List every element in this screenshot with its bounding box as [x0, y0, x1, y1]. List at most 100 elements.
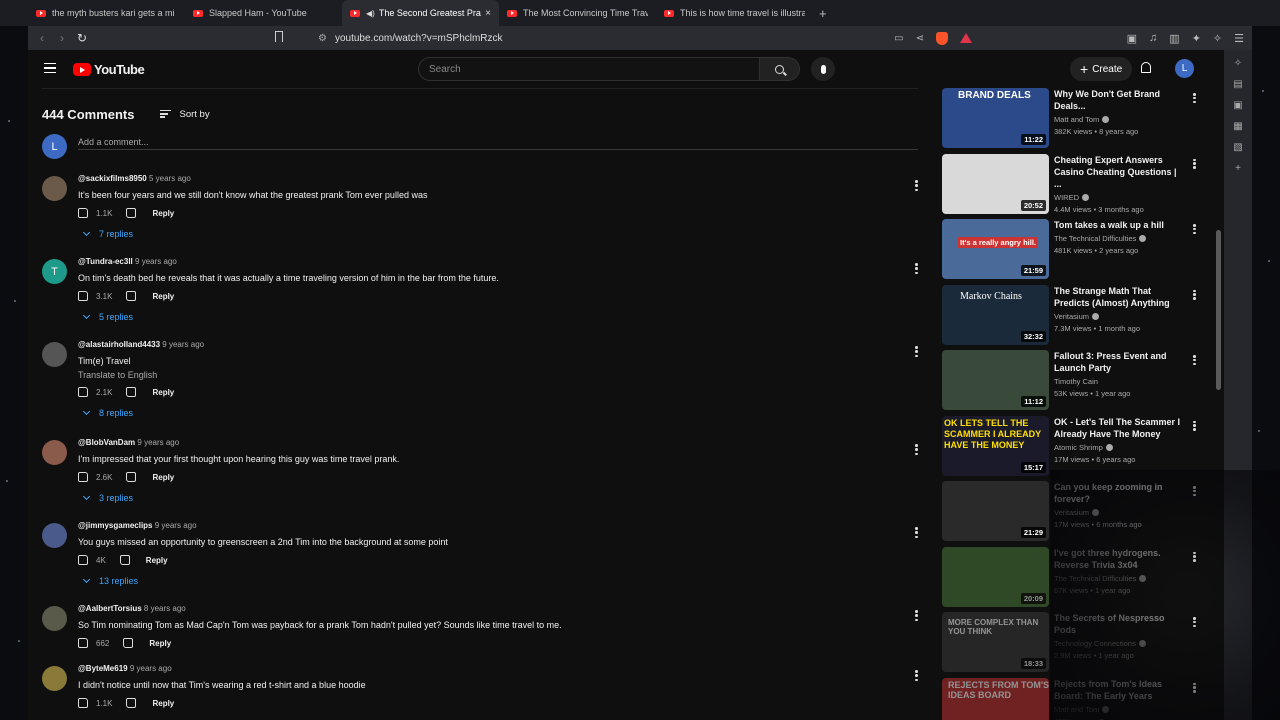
back-icon[interactable]: ‹	[32, 31, 52, 45]
video-menu-icon[interactable]	[1193, 551, 1196, 562]
leo-icon[interactable]: ✧	[1213, 32, 1222, 45]
recommended-video[interactable]: MORE COMPLEX THAN YOU THINK 18:33 The Secr…	[942, 612, 1204, 678]
recommended-video[interactable]: It's a really angry hill. 21:59 Tom takes …	[942, 219, 1204, 285]
search-input[interactable]	[429, 63, 759, 75]
commenter-avatar[interactable]	[42, 606, 67, 631]
channel-name[interactable]: Matt and Tom	[1054, 115, 1099, 124]
commenter-avatar[interactable]	[42, 666, 67, 691]
add-panel-icon[interactable]: +	[1235, 163, 1241, 174]
comment-author[interactable]: @ByteMe619	[78, 664, 128, 673]
video-thumbnail[interactable]: 20:52	[942, 153, 1049, 214]
bookmark-icon[interactable]	[275, 31, 283, 42]
video-thumbnail[interactable]: OK LETS TELL THE SCAMMER I ALREADY HAVE …	[942, 415, 1049, 476]
recommended-video[interactable]: BRAND DEALS 11:22 Why We Don't Get Brand D…	[942, 88, 1204, 154]
sort-by-button[interactable]: Sort by	[160, 109, 210, 120]
comment-menu-icon[interactable]	[915, 263, 918, 274]
comment-author[interactable]: @AalbertTorsius	[78, 604, 142, 613]
share-icon[interactable]: ⋖	[916, 33, 924, 44]
translate-link[interactable]: Translate to English	[78, 370, 898, 380]
video-title[interactable]: OK - Let's Tell The Scammer I Already Ha…	[1054, 416, 1186, 440]
video-menu-icon[interactable]	[1193, 617, 1196, 627]
news-icon[interactable]: ▤	[1233, 79, 1242, 90]
comment-author[interactable]: @alastairholland4433	[78, 340, 160, 349]
bookmarks-panel-icon[interactable]: ▦	[1233, 121, 1242, 132]
channel-name[interactable]: The Technical Difficulties	[1054, 234, 1136, 243]
comment-time[interactable]: 9 years ago	[155, 521, 197, 530]
channel-name[interactable]: Timothy Cain	[1054, 377, 1098, 386]
recommended-video[interactable]: Markov Chains 32:32 The Strange Math That …	[942, 284, 1204, 351]
channel-name[interactable]: Veritasium	[1054, 508, 1089, 517]
view-replies-button[interactable]: 3 replies	[82, 492, 898, 503]
reply-button[interactable]: Reply	[152, 292, 174, 301]
video-thumbnail[interactable]: Markov Chains 32:32	[942, 284, 1049, 345]
recommended-video[interactable]: 21:29 Can you keep zooming in forever? Ver…	[942, 481, 1204, 547]
media-icon[interactable]: ♫	[1149, 32, 1157, 44]
recommended-video[interactable]: 20:52 Cheating Expert Answers Casino Chea…	[942, 153, 1204, 220]
sidebar-icon[interactable]: ▥	[1169, 32, 1179, 45]
dislike-icon[interactable]	[126, 291, 137, 301]
reply-button[interactable]: Reply	[149, 639, 171, 648]
video-menu-icon[interactable]	[1193, 224, 1196, 234]
comment-author[interactable]: @BlobVanDam	[78, 438, 135, 447]
browser-tab[interactable]: ◀) The Second Greatest Pra ×	[342, 0, 499, 26]
video-menu-icon[interactable]	[1193, 158, 1196, 169]
channel-name[interactable]: The Technical Difficulties	[1054, 574, 1136, 583]
dislike-icon[interactable]	[126, 472, 137, 482]
video-title[interactable]: Tom takes a walk up a hill	[1054, 219, 1186, 231]
video-thumbnail[interactable]: It's a really angry hill. 21:59	[942, 219, 1049, 279]
view-replies-button[interactable]: 8 replies	[82, 407, 898, 418]
browser-tab[interactable]: The Most Convincing Time Trave	[499, 0, 656, 26]
comment-author[interactable]: @Tundra-ec3ll	[78, 257, 133, 266]
video-title[interactable]: Rejects from Tom's Ideas Board: The Earl…	[1054, 678, 1186, 702]
notifications-bell-icon[interactable]	[1141, 62, 1151, 73]
speaker-icon[interactable]: ◀)	[366, 9, 375, 18]
like-icon[interactable]	[78, 208, 88, 218]
like-icon[interactable]	[78, 555, 88, 565]
channel-name[interactable]: Technology Connections	[1054, 639, 1136, 648]
leo-panel-icon[interactable]: ✧	[1234, 58, 1242, 69]
recommended-video[interactable]: REJECTS FROM TOM'S IDEAS BOARD15:07Rejec…	[942, 677, 1204, 720]
url-text[interactable]: youtube.com/watch?v=mSPhclmRzck	[335, 33, 503, 44]
reply-button[interactable]: Reply	[152, 209, 174, 218]
comment-time[interactable]: 8 years ago	[144, 604, 186, 613]
comment-menu-icon[interactable]	[915, 527, 918, 538]
menu-icon[interactable]: ☰	[1234, 32, 1244, 45]
video-title[interactable]: The Secrets of Nespresso Pods	[1054, 612, 1186, 636]
view-replies-button[interactable]: 5 replies	[82, 311, 898, 322]
video-title[interactable]: Cheating Expert Answers Casino Cheating …	[1054, 154, 1186, 190]
view-replies-button[interactable]: 7 replies	[82, 228, 898, 239]
channel-name[interactable]: Atomic Shrimp	[1054, 443, 1103, 452]
commenter-avatar[interactable]: T	[42, 259, 67, 284]
video-menu-icon[interactable]	[1193, 486, 1196, 496]
wallet-panel-icon[interactable]: ▣	[1233, 100, 1242, 111]
video-title[interactable]: Fallout 3: Press Event and Launch Party	[1054, 350, 1186, 374]
like-icon[interactable]	[78, 638, 88, 648]
like-icon[interactable]	[78, 291, 88, 301]
site-info-icon[interactable]: ⚙	[318, 33, 327, 44]
video-title[interactable]: I've got three hydrogens. Reverse Trivia…	[1054, 547, 1186, 571]
youtube-logo[interactable]: YouTube	[73, 62, 145, 77]
address-field[interactable]: ⚙ youtube.com/watch?v=mSPhclmRzck	[318, 26, 503, 50]
brave-shields-icon[interactable]	[936, 31, 948, 45]
dislike-icon[interactable]	[119, 555, 130, 565]
commenter-avatar[interactable]	[42, 176, 67, 201]
browser-tab[interactable]: This is how time travel is illustra	[656, 0, 813, 26]
video-title[interactable]: The Strange Math That Predicts (Almost) …	[1054, 285, 1186, 309]
wallet-icon[interactable]: ▣	[1127, 32, 1137, 45]
video-menu-icon[interactable]	[1193, 355, 1196, 365]
like-icon[interactable]	[78, 387, 88, 397]
like-icon[interactable]	[78, 472, 88, 482]
video-thumbnail[interactable]: 11:12	[942, 350, 1049, 410]
add-comment-input[interactable]	[78, 134, 918, 150]
extensions-icon[interactable]: ✦	[1192, 32, 1201, 45]
cast-icon[interactable]: ▭	[894, 33, 903, 44]
search-button[interactable]	[760, 57, 800, 81]
dislike-icon[interactable]	[126, 208, 137, 218]
page-scrollbar[interactable]	[1216, 230, 1221, 390]
channel-name[interactable]: WIRED	[1054, 193, 1079, 202]
comment-menu-icon[interactable]	[915, 670, 918, 681]
comment-author[interactable]: @sackixfilms8950	[78, 174, 147, 183]
commenter-avatar[interactable]	[42, 440, 67, 465]
forward-icon[interactable]: ›	[52, 31, 72, 45]
video-title[interactable]: Why We Don't Get Brand Deals...	[1054, 88, 1186, 112]
